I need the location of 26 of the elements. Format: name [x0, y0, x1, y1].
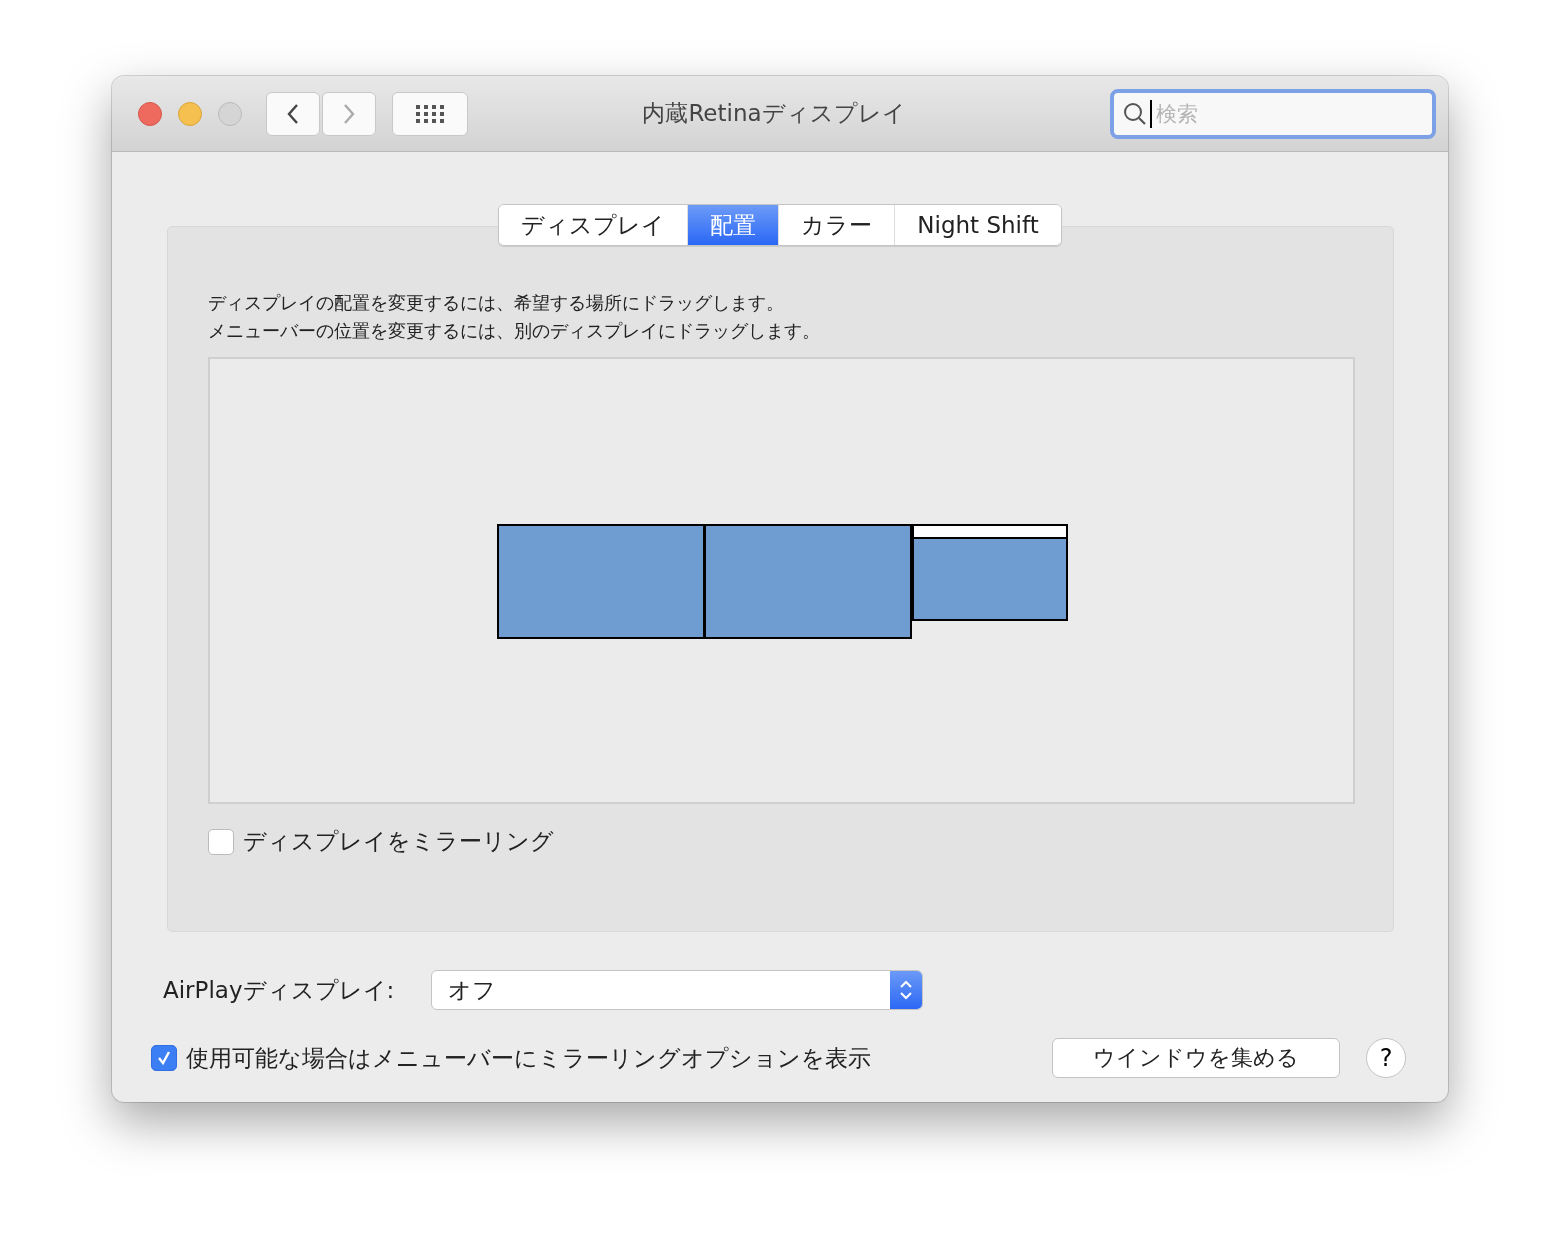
grid-icon	[415, 103, 445, 124]
instruction-text: ディスプレイの配置を変更するには、希望する場所にドラッグします。	[207, 291, 785, 315]
tab[interactable]: Night Shift	[894, 205, 1061, 245]
display-rectangle[interactable]	[911, 524, 1068, 621]
checkbox-label: ディスプレイをミラーリング	[242, 827, 554, 856]
close-button[interactable]	[138, 101, 162, 126]
airplay-label: AirPlayディスプレイ:	[163, 975, 396, 1005]
search-icon	[1122, 100, 1148, 127]
airplay-popup[interactable]: オフ	[431, 970, 923, 1010]
checkmark-icon	[155, 1049, 173, 1067]
window-title: 内蔵Retinaディスプレイ	[641, 99, 907, 128]
instruction-text: メニューバーの位置を変更するには、別のディスプレイにドラッグします。	[207, 319, 821, 343]
display-rectangle[interactable]	[703, 524, 912, 639]
show-all-button[interactable]	[392, 91, 468, 136]
checkbox-label: 使用可能な場合はメニューバーにミラーリングオプションを表示	[186, 1043, 871, 1073]
help-button[interactable]: ?	[1366, 1038, 1406, 1078]
checkbox[interactable]	[151, 1045, 177, 1071]
display-rectangle[interactable]	[496, 524, 705, 639]
search-field[interactable]: 検索	[1110, 88, 1436, 139]
chevron-icon	[890, 971, 922, 1009]
tab[interactable]: 配置	[687, 205, 779, 245]
back-button[interactable]	[266, 91, 320, 136]
gather-windows-button[interactable]: ウインドウを集める	[1052, 1038, 1340, 1078]
tab[interactable]: カラー	[778, 205, 895, 245]
tab[interactable]: ディスプレイ	[499, 205, 688, 245]
checkbox[interactable]	[207, 828, 234, 855]
